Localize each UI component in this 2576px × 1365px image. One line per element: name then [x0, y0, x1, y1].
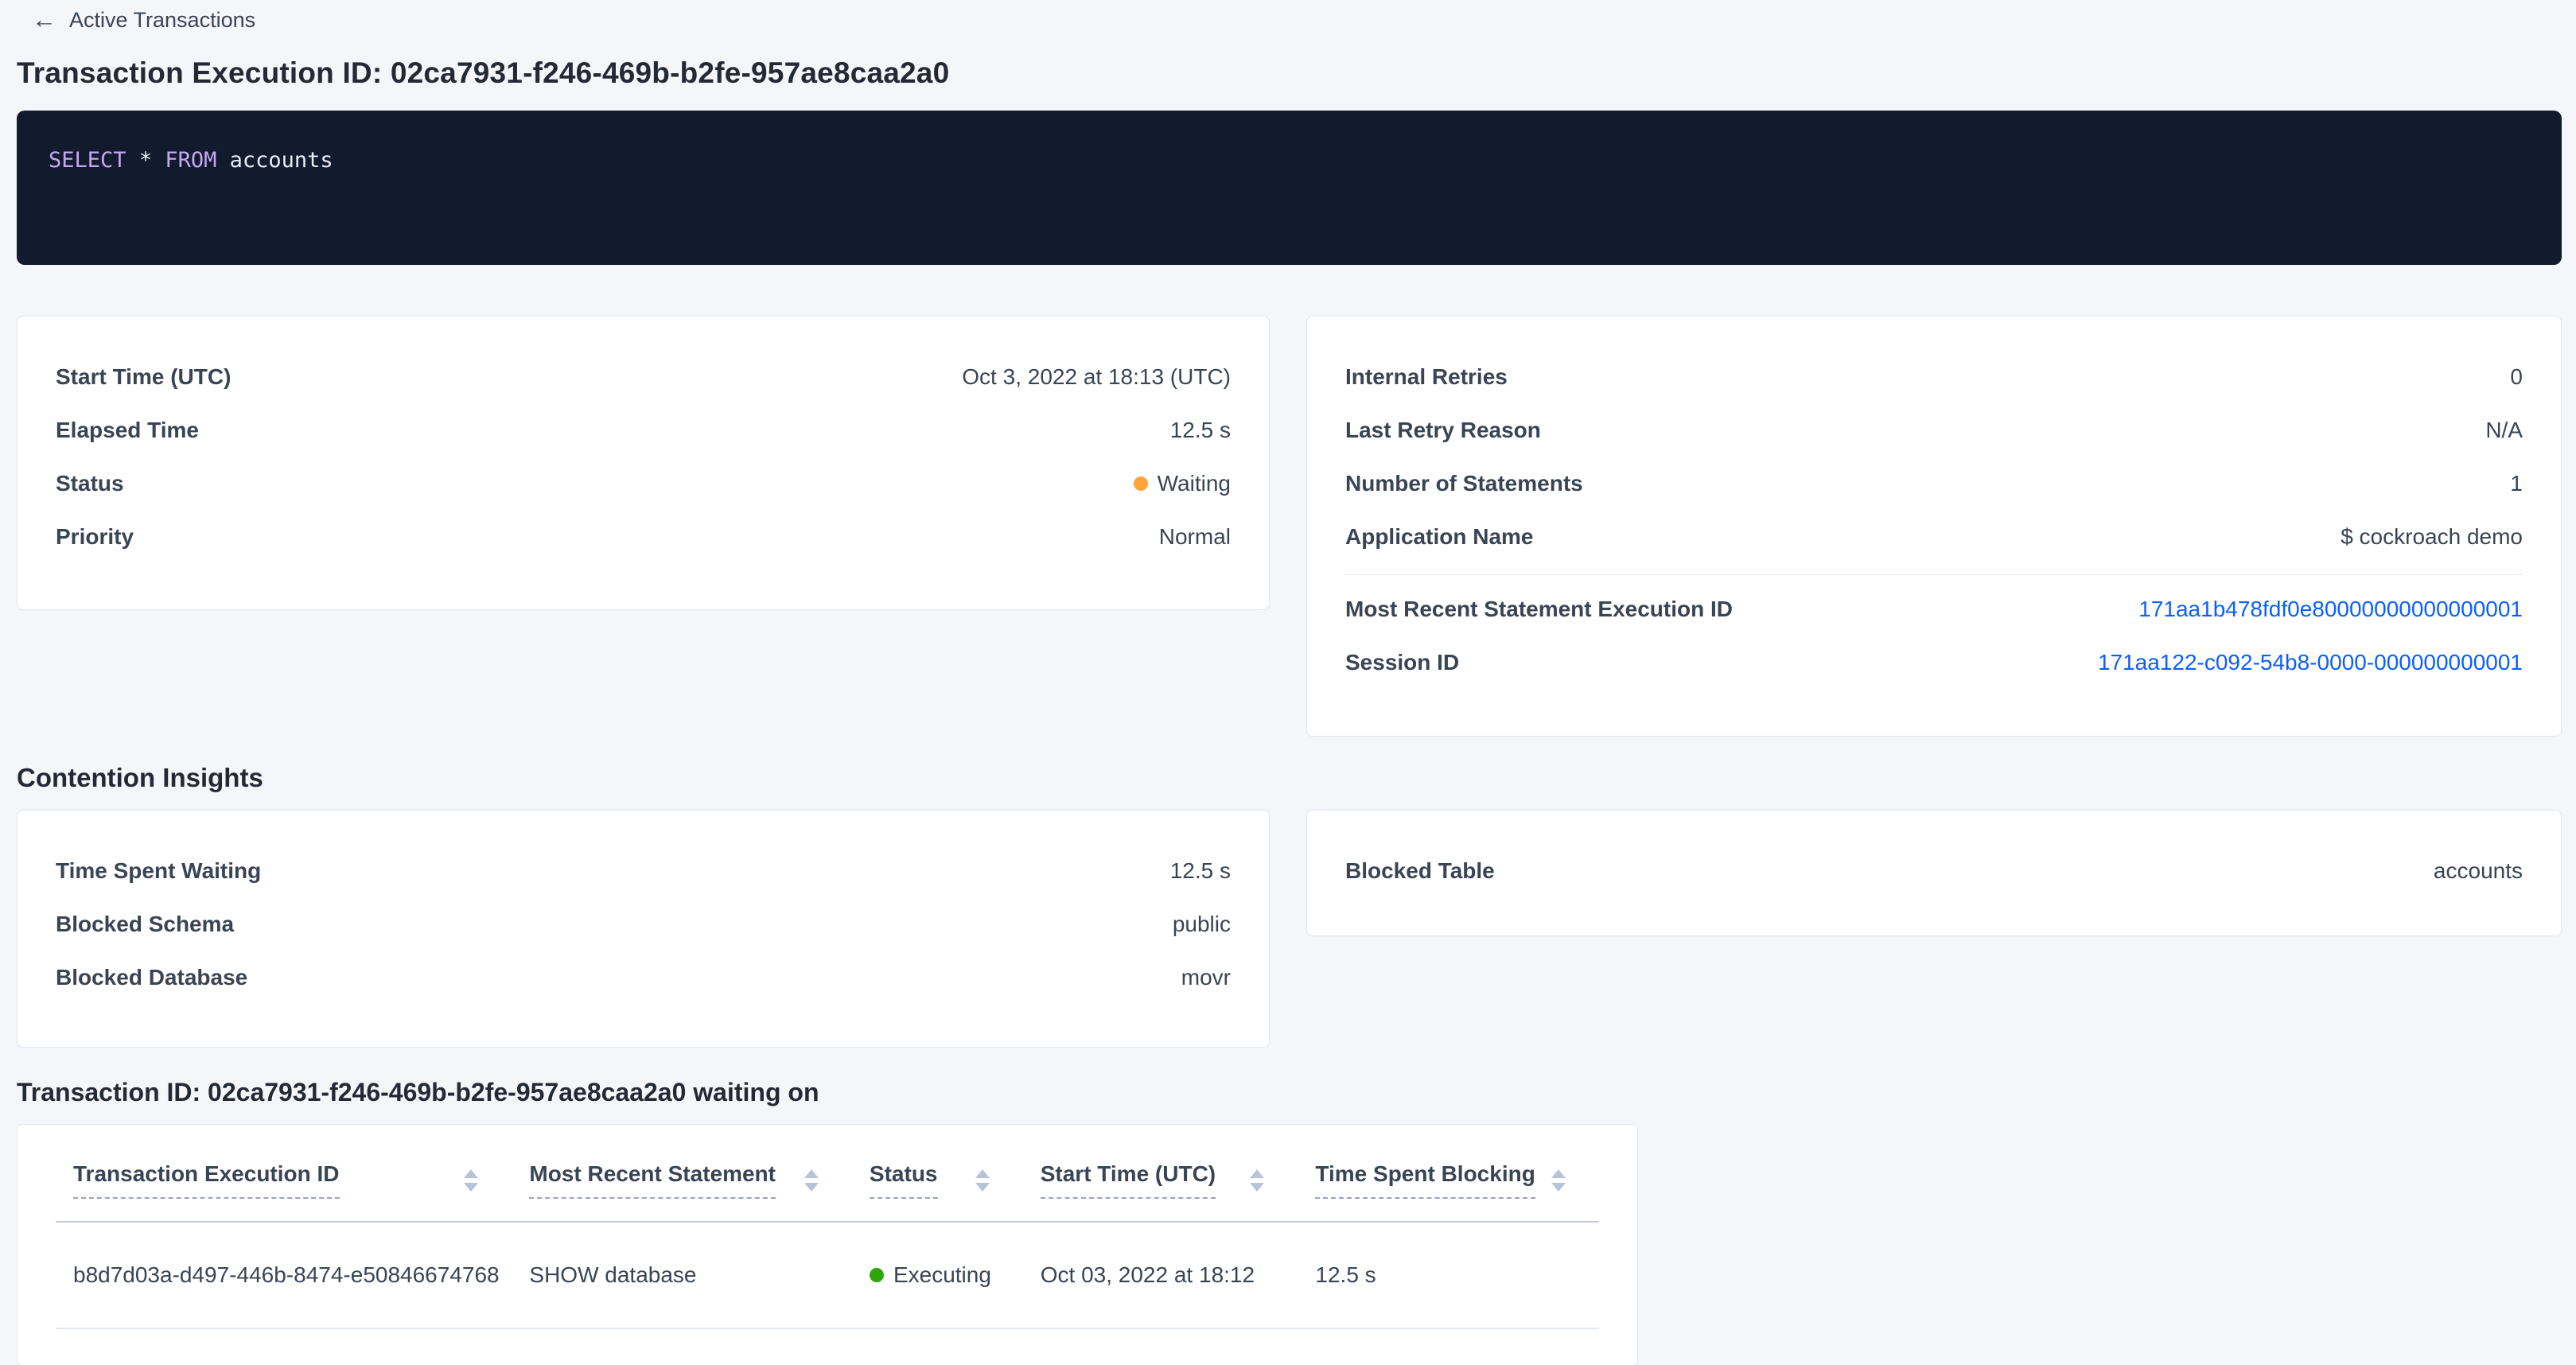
column-header-most-recent-statement[interactable]: Most Recent Statement	[512, 1161, 852, 1199]
cell-most-recent-statement: SHOW database	[512, 1262, 852, 1288]
kv-value: movr	[1181, 965, 1231, 990]
kv-value: $ cockroach demo	[2341, 524, 2523, 550]
kv-label: Priority	[56, 524, 134, 550]
kv-value: 12.5 s	[1170, 418, 1231, 443]
cell-status: Executing	[852, 1262, 1023, 1288]
cell-time-spent-blocking: 12.5 s	[1298, 1262, 1599, 1288]
kv-label: Elapsed Time	[56, 418, 199, 443]
kv-row-application-name: Application Name $ cockroach demo	[1345, 510, 2523, 563]
sql-statement: SELECT * FROM accounts	[49, 148, 333, 173]
session-id-link[interactable]: 171aa122-c092-54b8-0000-000000000001	[2098, 650, 2523, 675]
sql-token: accounts	[230, 148, 333, 173]
column-header-transaction-execution-id[interactable]: Transaction Execution ID	[56, 1161, 512, 1199]
contention-insights-heading: Contention Insights	[17, 762, 2562, 794]
sql-keyword: SELECT	[49, 148, 126, 173]
kv-row-blocked-table: Blocked Table accounts	[1345, 844, 2523, 897]
kv-label: Session ID	[1345, 650, 1459, 675]
waiting-on-table-card: Transaction Execution ID Most Recent Sta…	[17, 1124, 1638, 1365]
kv-row-number-of-statements: Number of Statements 1	[1345, 457, 2523, 510]
sql-token: *	[139, 148, 152, 173]
column-header-label: Transaction Execution ID	[73, 1161, 340, 1199]
cell-start-time: Oct 03, 2022 at 18:12	[1023, 1262, 1298, 1288]
statement-execution-id-link[interactable]: 171aa1b478fdf0e80000000000000001	[2138, 597, 2523, 622]
contention-card-left: Time Spent Waiting 12.5 s Blocked Schema…	[17, 810, 1270, 1048]
status-label: Executing	[893, 1262, 991, 1288]
kv-row-blocked-database: Blocked Database movr	[56, 951, 1231, 1004]
sort-icon[interactable]	[1551, 1169, 1566, 1192]
sql-statement-box: SELECT * FROM accounts	[17, 111, 2562, 265]
kv-label: Internal Retries	[1345, 364, 1508, 390]
summary-card-right: Internal Retries 0 Last Retry Reason N/A…	[1306, 316, 2562, 737]
column-header-label: Time Spent Blocking	[1315, 1161, 1535, 1199]
sort-icon[interactable]	[1250, 1169, 1264, 1192]
kv-row-blocked-schema: Blocked Schema public	[56, 897, 1231, 951]
sort-icon[interactable]	[804, 1169, 819, 1192]
kv-row-session-id: Session ID 171aa122-c092-54b8-0000-00000…	[1345, 636, 2523, 689]
column-header-label: Most Recent Statement	[529, 1161, 776, 1199]
table-header-row: Transaction Execution ID Most Recent Sta…	[56, 1125, 1599, 1223]
waiting-on-heading: Transaction ID: 02ca7931-f246-469b-b2fe-…	[17, 1076, 2562, 1108]
kv-row-status: Status Waiting	[56, 457, 1231, 510]
summary-section: Start Time (UTC) Oct 3, 2022 at 18:13 (U…	[17, 316, 2562, 737]
kv-label: Status	[56, 471, 124, 496]
kv-value: Oct 3, 2022 at 18:13 (UTC)	[962, 364, 1231, 390]
cell-transaction-execution-id: b8d7d03a-d497-446b-8474-e50846674768	[56, 1262, 512, 1288]
back-link-label: Active Transactions	[69, 8, 255, 33]
column-header-time-spent-blocking[interactable]: Time Spent Blocking	[1298, 1161, 1599, 1199]
status-badge: Executing	[870, 1262, 991, 1288]
kv-label: Application Name	[1345, 524, 1533, 550]
kv-row-statement-execution-id: Most Recent Statement Execution ID 171aa…	[1345, 582, 2523, 636]
summary-card-left: Start Time (UTC) Oct 3, 2022 at 18:13 (U…	[17, 316, 1270, 610]
kv-label: Last Retry Reason	[1345, 418, 1541, 443]
kv-label: Most Recent Statement Execution ID	[1345, 597, 1733, 622]
kv-value: 12.5 s	[1170, 858, 1231, 884]
kv-row-time-spent-waiting: Time Spent Waiting 12.5 s	[56, 844, 1231, 897]
column-header-status[interactable]: Status	[852, 1161, 1023, 1199]
column-header-start-time[interactable]: Start Time (UTC)	[1023, 1161, 1298, 1199]
status-label: Waiting	[1158, 471, 1231, 496]
kv-value: public	[1173, 912, 1231, 937]
sort-icon[interactable]	[464, 1169, 478, 1192]
status-badge: Waiting	[1134, 471, 1231, 496]
kv-value: Normal	[1159, 524, 1231, 550]
kv-value: N/A	[2485, 418, 2523, 443]
sort-icon[interactable]	[975, 1169, 990, 1192]
kv-row-internal-retries: Internal Retries 0	[1345, 350, 2523, 403]
kv-value: 0	[2510, 364, 2523, 390]
kv-label: Blocked Table	[1345, 858, 1495, 884]
kv-label: Blocked Schema	[56, 912, 234, 937]
card-divider	[1345, 574, 2523, 575]
kv-label: Start Time (UTC)	[56, 364, 231, 390]
kv-label: Blocked Database	[56, 965, 247, 990]
status-executing-dot-icon	[870, 1268, 884, 1282]
transaction-details-page: ← Active Transactions Transaction Execut…	[0, 0, 2576, 1365]
page-title: Transaction Execution ID: 02ca7931-f246-…	[17, 55, 2562, 91]
back-arrow-icon: ←	[32, 7, 56, 32]
kv-row-elapsed-time: Elapsed Time 12.5 s	[56, 403, 1231, 457]
status-waiting-dot-icon	[1134, 476, 1148, 491]
back-link[interactable]: ← Active Transactions	[32, 8, 255, 33]
kv-value: accounts	[2434, 858, 2523, 884]
column-header-label: Status	[870, 1161, 938, 1199]
kv-row-start-time: Start Time (UTC) Oct 3, 2022 at 18:13 (U…	[56, 350, 1231, 403]
kv-label: Time Spent Waiting	[56, 858, 261, 884]
contention-section: Time Spent Waiting 12.5 s Blocked Schema…	[17, 810, 2562, 1048]
kv-row-last-retry-reason: Last Retry Reason N/A	[1345, 403, 2523, 457]
kv-value: 1	[2510, 471, 2523, 496]
kv-label: Number of Statements	[1345, 471, 1583, 496]
sql-keyword: FROM	[165, 148, 216, 173]
table-row: b8d7d03a-d497-446b-8474-e50846674768 SHO…	[56, 1223, 1599, 1329]
kv-row-priority: Priority Normal	[56, 510, 1231, 563]
contention-card-right: Blocked Table accounts	[1306, 810, 2562, 936]
column-header-label: Start Time (UTC)	[1041, 1161, 1216, 1199]
